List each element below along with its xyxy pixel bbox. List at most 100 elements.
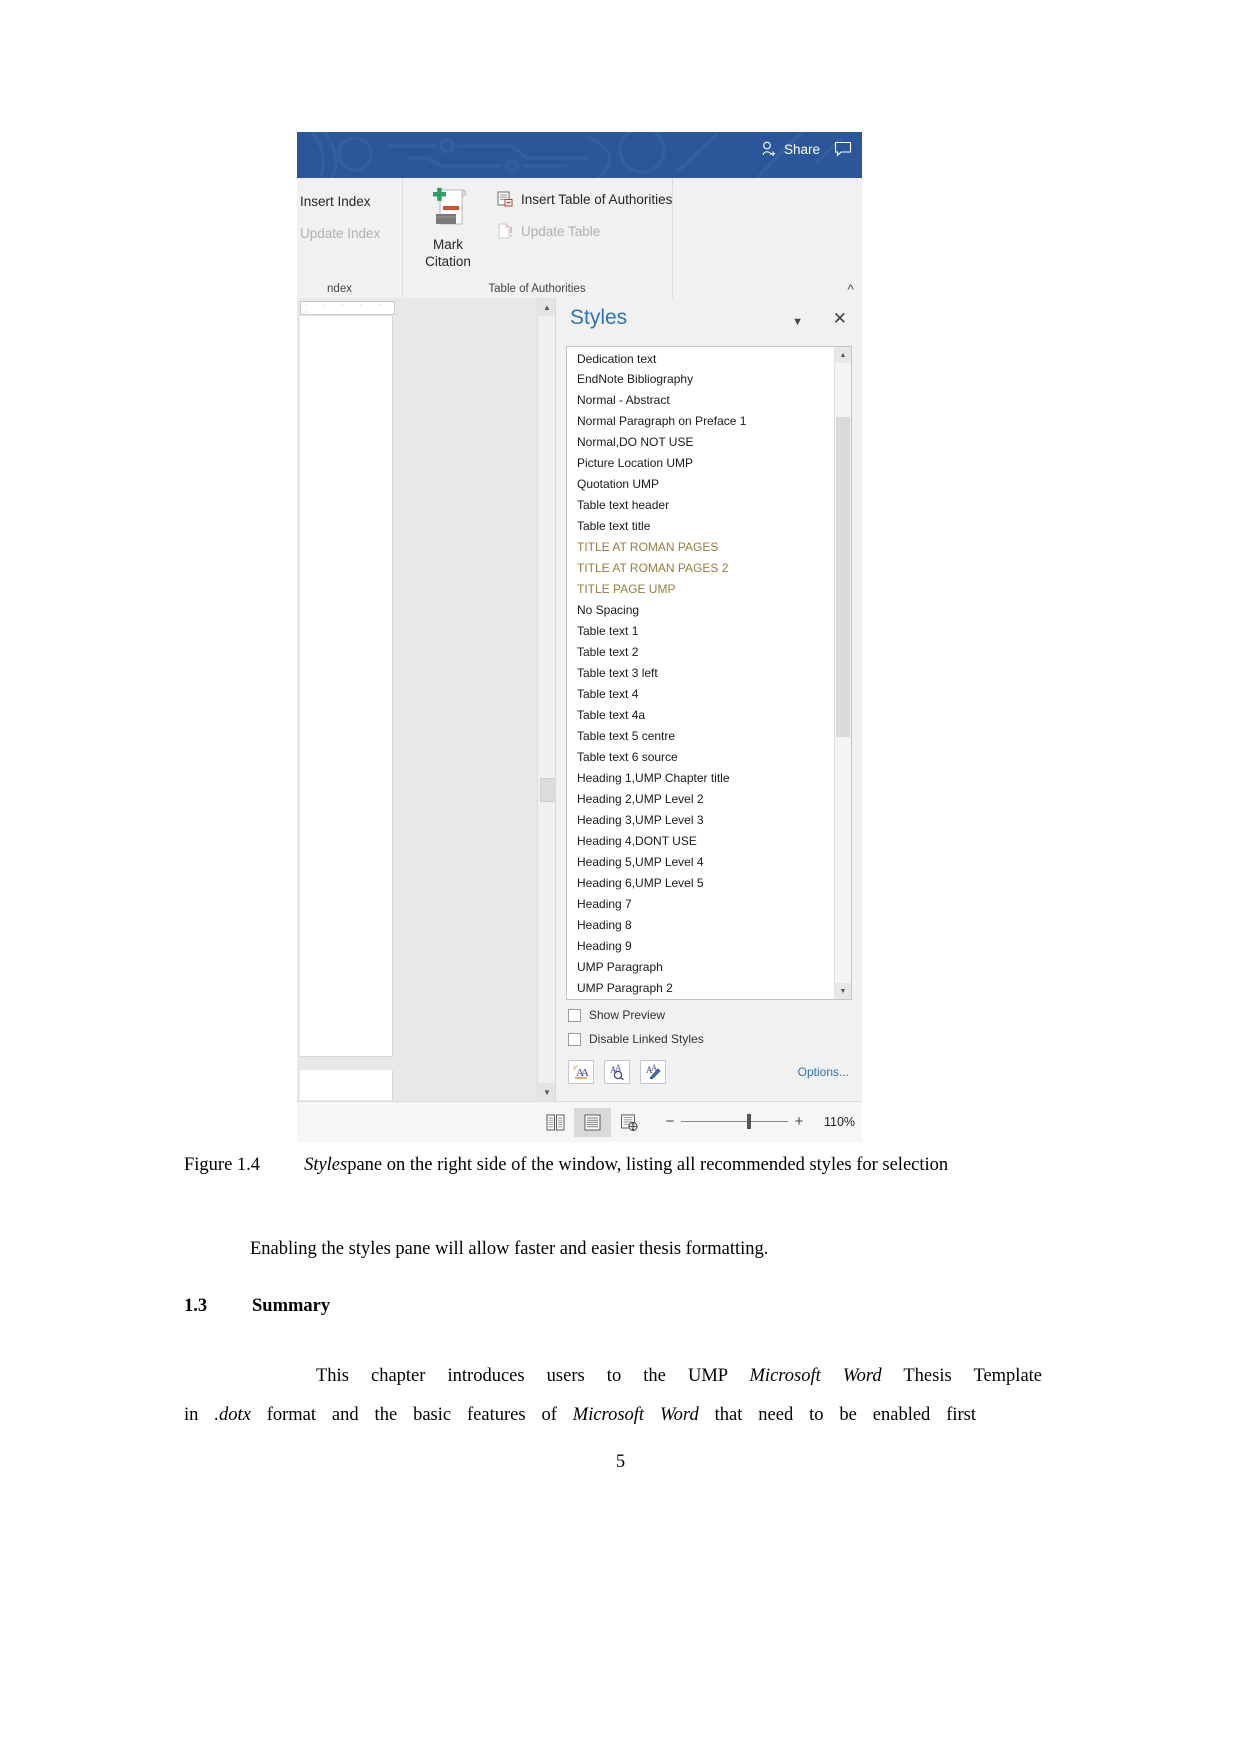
style-list-item[interactable]: Normal - Abstract¶: [567, 389, 851, 410]
p2-line2-b: format and the basic features of: [250, 1405, 573, 1425]
styles-pane-title: Styles: [570, 306, 628, 329]
style-name: Heading 9: [577, 938, 632, 953]
styles-list-scrollbar[interactable]: ▲ ▼: [834, 347, 851, 999]
p2-line1-b: Thesis Template: [881, 1366, 1043, 1386]
style-list-item[interactable]: Table text 3 left¶a: [567, 662, 851, 683]
style-list-item[interactable]: Heading 6,UMP Level 5¶a: [567, 872, 851, 893]
style-list-item[interactable]: Table text 6 source¶: [567, 746, 851, 767]
comment-icon[interactable]: [834, 141, 852, 157]
ribbon-group-toa-label: Table of Authorities: [488, 283, 586, 295]
document-vertical-scrollbar[interactable]: ▲ ▼: [537, 298, 557, 1101]
style-list-item[interactable]: EndNote Bibliography¶a: [567, 368, 851, 389]
ribbon-group-table-of-authorities: Mark Citation Insert Table of Authoritie…: [402, 178, 673, 298]
document-page: [300, 316, 393, 1057]
style-name: Dedication text: [577, 351, 657, 366]
style-list-item[interactable]: Picture Location UMP¶: [567, 452, 851, 473]
show-preview-checkbox[interactable]: Show Preview: [568, 1008, 665, 1022]
style-list-item[interactable]: Quotation UMP¶: [567, 473, 851, 494]
read-mode-icon[interactable]: [537, 1108, 574, 1137]
scroll-down-icon[interactable]: ▼: [538, 1083, 556, 1101]
zoom-slider[interactable]: [681, 1114, 788, 1129]
p2-line1-italic: Microsoft Word: [749, 1366, 882, 1386]
style-name: TITLE PAGE UMP: [577, 581, 676, 596]
zoom-level-label[interactable]: 110%: [824, 1115, 855, 1129]
style-list-item[interactable]: Heading 9¶a: [567, 935, 851, 956]
style-list-item[interactable]: Table text header¶: [567, 494, 851, 515]
style-inspector-icon[interactable]: A A: [604, 1060, 630, 1084]
style-name: Quotation UMP: [577, 476, 660, 491]
style-name: TITLE AT ROMAN PAGES: [577, 539, 719, 554]
zoom-out-button[interactable]: −: [659, 1113, 681, 1130]
style-list-item[interactable]: Table text 1¶a: [567, 620, 851, 641]
style-list-item[interactable]: Table text 4¶a: [567, 683, 851, 704]
style-list-item[interactable]: Heading 1,UMP Chapter title¶a: [567, 767, 851, 788]
style-list-item[interactable]: TITLE PAGE UMP¶: [567, 578, 851, 599]
ribbon-group-index-label: ndex: [327, 283, 352, 295]
style-name: Heading 4,DONT USE: [577, 833, 697, 848]
style-list-item[interactable]: Heading 7¶a: [567, 893, 851, 914]
styles-scroll-down-icon[interactable]: ▼: [835, 983, 851, 999]
document-workspace: · · · · · · ▲ ▼ Styles ▼ ✕ Dedication te…: [297, 298, 862, 1101]
checkbox-box[interactable]: [568, 1032, 581, 1046]
style-list-item[interactable]: Dedication text¶: [567, 347, 851, 368]
chevron-up-icon[interactable]: ^: [847, 282, 854, 296]
document-page-next: [300, 1070, 393, 1100]
zoom-slider-thumb[interactable]: [747, 1114, 751, 1129]
style-name: Table text 1: [577, 623, 639, 638]
insert-index-button[interactable]: Insert Index: [300, 194, 371, 209]
style-list-item[interactable]: Table text title¶: [567, 515, 851, 536]
style-name: Heading 7: [577, 896, 632, 911]
scroll-up-icon[interactable]: ▲: [538, 298, 556, 316]
style-list-item[interactable]: UMP Paragraph 2¶: [567, 977, 851, 998]
style-list-item[interactable]: Table text 2¶a: [567, 641, 851, 662]
ribbon-group-empty: ^: [672, 178, 862, 298]
update-table-label: Update Table: [521, 223, 601, 239]
style-name: EndNote Bibliography: [577, 371, 694, 386]
style-list-item[interactable]: Heading 5,UMP Level 4¶a: [567, 851, 851, 872]
print-layout-icon[interactable]: [574, 1108, 611, 1137]
styles-scroll-thumb[interactable]: [836, 417, 850, 737]
style-name: No Spacing: [577, 602, 640, 617]
new-style-icon[interactable]: A A: [568, 1060, 594, 1084]
style-list-item[interactable]: No Spacing¶a: [567, 599, 851, 620]
insert-toa-icon: [497, 191, 513, 207]
figure-label: Figure 1.4: [184, 1155, 261, 1175]
insert-table-of-authorities-button[interactable]: Insert Table of Authorities: [497, 191, 672, 207]
style-list-item[interactable]: Heading 8¶a: [567, 914, 851, 935]
styles-options-link[interactable]: Options...: [798, 1065, 849, 1079]
chevron-down-icon[interactable]: ▼: [792, 316, 803, 328]
manage-styles-icon[interactable]: A A: [640, 1060, 666, 1084]
style-name: Picture Location UMP: [577, 455, 694, 470]
style-name: Table text 5 centre: [577, 728, 676, 743]
web-layout-icon[interactable]: [611, 1108, 648, 1137]
checkbox-box[interactable]: [568, 1008, 581, 1022]
style-name: Heading 6,UMP Level 5: [577, 875, 704, 890]
style-list-item[interactable]: Normal,DO NOT USE¶: [567, 431, 851, 452]
style-name: Table text 4a: [577, 707, 646, 722]
style-list-item[interactable]: TITLE AT ROMAN PAGES 2¶: [567, 557, 851, 578]
p2-line2-c: that need to be enabled first: [698, 1405, 977, 1425]
style-name: Heading 5,UMP Level 4: [577, 854, 704, 869]
insert-toa-label: Insert Table of Authorities: [521, 191, 673, 207]
style-name: Table text 4: [577, 686, 639, 701]
style-list-item[interactable]: TITLE AT ROMAN PAGES¶: [567, 536, 851, 557]
style-list-item[interactable]: UMP Paragraph¶a: [567, 956, 851, 977]
share-button[interactable]: Share: [761, 141, 820, 157]
style-list-item[interactable]: Table text 4a¶: [567, 704, 851, 725]
style-list-item[interactable]: Heading 3,UMP Level 3¶a: [567, 809, 851, 830]
disable-linked-styles-checkbox[interactable]: Disable Linked Styles: [568, 1032, 704, 1046]
body-paragraph-1: Enabling the styles pane will allow fast…: [250, 1239, 769, 1259]
scroll-thumb[interactable]: [540, 778, 556, 802]
style-list-item[interactable]: Table text 5 centre¶: [567, 725, 851, 746]
style-list-item[interactable]: Heading 2,UMP Level 2¶a: [567, 788, 851, 809]
styles-list[interactable]: Dedication text¶EndNote Bibliography¶aNo…: [566, 346, 852, 1000]
figure-caption-italic: Styles: [304, 1155, 348, 1175]
style-list-item[interactable]: Normal Paragraph on Preface 1¶: [567, 410, 851, 431]
mark-citation-button[interactable]: Mark Citation: [410, 184, 486, 270]
zoom-in-button[interactable]: +: [788, 1113, 810, 1130]
mark-citation-icon: [433, 187, 467, 225]
styles-scroll-up-icon[interactable]: ▲: [835, 347, 851, 363]
close-icon[interactable]: ✕: [833, 310, 847, 327]
style-name: Heading 1,UMP Chapter title: [577, 770, 730, 785]
style-list-item[interactable]: Heading 4,DONT USE¶a: [567, 830, 851, 851]
